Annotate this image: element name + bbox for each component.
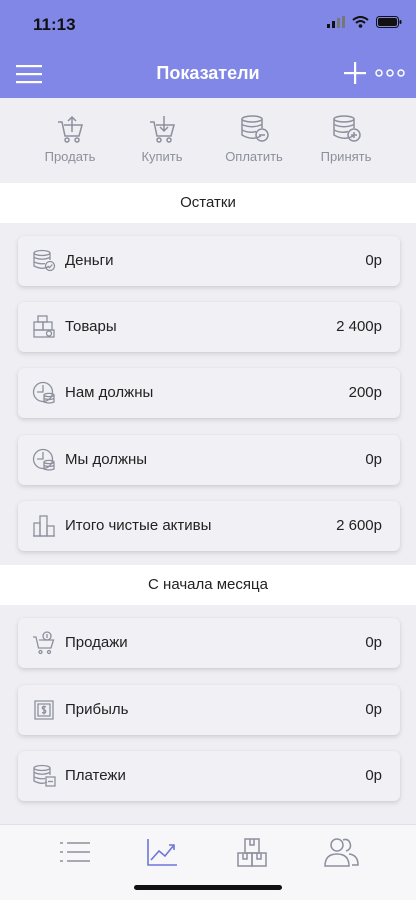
card-profit-label: Прибыль bbox=[65, 701, 129, 718]
buy-button[interactable]: Купить bbox=[117, 114, 207, 164]
cart-download-icon bbox=[150, 116, 175, 143]
more-options-icon[interactable] bbox=[375, 68, 405, 78]
tab-boxes-icon[interactable] bbox=[233, 835, 273, 869]
goods-boxes-icon bbox=[33, 315, 55, 338]
card-sales-label: Продажи bbox=[65, 634, 128, 651]
card-payments-label: Платежи bbox=[65, 767, 126, 784]
card-goods[interactable]: Товары 2 400р bbox=[18, 302, 400, 352]
card-money-value: 0р bbox=[365, 252, 382, 269]
card-goods-value: 2 400р bbox=[336, 318, 382, 335]
card-money[interactable]: Деньги 0р bbox=[18, 236, 400, 286]
status-icons bbox=[327, 16, 402, 28]
tab-list-icon[interactable] bbox=[55, 835, 95, 869]
home-indicator bbox=[134, 885, 282, 890]
tab-contacts-icon[interactable] bbox=[322, 835, 362, 869]
card-we-owe-value: 0р bbox=[365, 451, 382, 468]
plus-icon[interactable] bbox=[343, 61, 367, 85]
card-owed-to-us-value: 200р bbox=[348, 384, 382, 401]
wifi-icon bbox=[352, 16, 369, 28]
receive-label: Принять bbox=[320, 149, 372, 164]
coins-check-icon bbox=[33, 249, 56, 272]
card-money-label: Деньги bbox=[65, 252, 114, 269]
quick-actions: Продать Купить Оплатить Принять bbox=[0, 98, 416, 182]
card-profit[interactable]: Прибыль 0р bbox=[18, 685, 400, 735]
card-we-owe[interactable]: Мы должны 0р bbox=[18, 435, 400, 485]
buy-label: Купить bbox=[141, 149, 183, 164]
clock-coins-icon bbox=[32, 381, 55, 404]
card-we-owe-label: Мы должны bbox=[65, 451, 148, 468]
card-payments-value: 0р bbox=[365, 767, 382, 784]
sell-button[interactable]: Продать bbox=[25, 114, 115, 164]
dollar-note-icon bbox=[34, 700, 54, 720]
card-net-assets[interactable]: Итого чистые активы 2 600р bbox=[18, 501, 400, 551]
month-section-title: С начала месяца bbox=[0, 565, 416, 605]
card-payments[interactable]: Платежи 0р bbox=[18, 751, 400, 801]
coins-plus-icon bbox=[333, 115, 361, 142]
app-header: 11:13 Показатели bbox=[0, 0, 416, 98]
signal-icon bbox=[327, 16, 345, 28]
tab-chart-icon[interactable] bbox=[142, 835, 182, 869]
pay-button[interactable]: Оплатить bbox=[209, 114, 299, 164]
card-net-assets-label: Итого чистые активы bbox=[65, 517, 212, 534]
cart-upload-icon bbox=[58, 115, 83, 143]
nav-bar: Показатели bbox=[0, 52, 416, 94]
sell-label: Продать bbox=[44, 149, 96, 164]
coins-minus-icon bbox=[241, 115, 269, 142]
card-goods-label: Товары bbox=[65, 318, 117, 335]
card-sales-value: 0р bbox=[365, 634, 382, 651]
status-bar: 11:13 bbox=[0, 0, 416, 46]
card-profit-value: 0р bbox=[365, 701, 382, 718]
pay-label: Оплатить bbox=[225, 149, 283, 164]
card-owed-to-us-label: Нам должны bbox=[65, 384, 154, 401]
card-net-assets-value: 2 600р bbox=[336, 517, 382, 534]
balances-section-title: Остатки bbox=[0, 183, 416, 223]
receive-button[interactable]: Принять bbox=[301, 114, 391, 164]
buildings-icon bbox=[33, 515, 55, 537]
card-owed-to-us[interactable]: Нам должны 200р bbox=[18, 368, 400, 418]
coins-minus-icon bbox=[33, 764, 56, 787]
battery-icon bbox=[376, 16, 402, 28]
cart-coin-icon bbox=[33, 631, 55, 655]
card-sales[interactable]: Продажи 0р bbox=[18, 618, 400, 668]
clock-coins-icon bbox=[32, 448, 55, 471]
status-time: 11:13 bbox=[33, 15, 76, 34]
